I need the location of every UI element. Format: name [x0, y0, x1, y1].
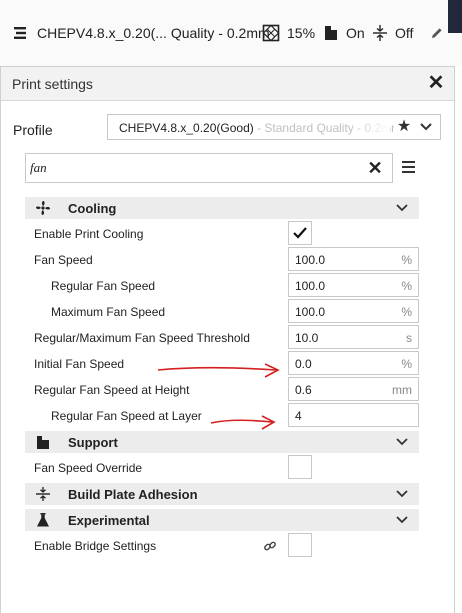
category-support-label: Support — [68, 435, 118, 450]
chevron-down-icon[interactable] — [416, 117, 436, 137]
chevron-down-icon — [396, 204, 408, 212]
category-cooling[interactable]: Cooling — [25, 197, 419, 219]
initial-fan-speed-value: 0.0 — [295, 357, 312, 371]
infill-icon — [262, 24, 280, 42]
chevron-down-icon — [396, 490, 408, 498]
fan-speed-height-unit: mm — [392, 383, 412, 397]
fan-speed-threshold-label: Regular/Maximum Fan Speed Threshold — [34, 331, 250, 345]
enable-cooling-label: Enable Print Cooling — [34, 227, 144, 241]
chevron-down-icon — [396, 438, 408, 446]
clear-search-icon[interactable]: ✕ — [366, 159, 384, 177]
category-experimental-label: Experimental — [68, 513, 150, 528]
panel-header: Print settings ✕ — [1, 67, 454, 101]
max-fan-speed-value: 100.0 — [295, 305, 326, 319]
print-settings-panel: Print settings ✕ Profile CHEPV4.8.x_0.20… — [0, 66, 455, 613]
profile-fade — [350, 115, 390, 139]
support-icon — [325, 26, 337, 40]
enable-cooling-checkbox[interactable] — [288, 221, 312, 245]
fan-speed-threshold-unit: s — [406, 331, 412, 345]
category-cooling-label: Cooling — [68, 201, 117, 216]
profile-select[interactable]: CHEPV4.8.x_0.20(Good) - Standard Quality… — [107, 114, 441, 140]
support-icon — [37, 436, 49, 449]
link-icon[interactable] — [263, 539, 277, 553]
adhesion-indicator[interactable]: Off — [372, 18, 413, 48]
support-value: On — [346, 25, 365, 41]
max-fan-speed-field[interactable]: 100.0 % — [288, 299, 419, 323]
initial-fan-speed-field[interactable]: 0.0 % — [288, 351, 419, 375]
chevron-down-icon — [396, 516, 408, 524]
regular-fan-speed-field[interactable]: 100.0 % — [288, 273, 419, 297]
fan-speed-layer-field[interactable]: 4 — [288, 403, 419, 427]
fan-speed-override-label: Fan Speed Override — [34, 461, 143, 475]
checkmark-icon — [293, 227, 307, 239]
initial-fan-speed-label: Initial Fan Speed — [34, 357, 125, 371]
fan-speed-threshold-field[interactable]: 10.0 s — [288, 325, 419, 349]
adhesion-value: Off — [395, 25, 414, 41]
profile-label: Profile — [13, 122, 53, 138]
settings-search[interactable]: ✕ — [25, 153, 393, 183]
flask-icon — [37, 513, 49, 527]
search-input[interactable] — [30, 158, 350, 178]
fan-speed-layer-label: Regular Fan Speed at Layer — [51, 409, 202, 423]
profile-summary-text: CHEPV4.8.x_0.20(... Quality - 0.2mm — [37, 25, 270, 41]
settings-menu-icon[interactable] — [401, 159, 417, 175]
category-experimental[interactable]: Experimental — [25, 509, 419, 531]
profile-summary-button[interactable]: CHEPV4.8.x_0.20(... Quality - 0.2mm — [12, 18, 270, 48]
fan-speed-override-checkbox[interactable] — [288, 455, 312, 479]
fan-speed-field[interactable]: 100.0 % — [288, 247, 419, 271]
regular-fan-speed-unit: % — [401, 279, 412, 293]
fan-speed-value: 100.0 — [295, 253, 326, 267]
fan-speed-threshold-value: 10.0 — [295, 331, 319, 345]
max-fan-speed-label: Maximum Fan Speed — [51, 305, 166, 319]
adhesion-icon — [36, 487, 50, 501]
category-adhesion[interactable]: Build Plate Adhesion — [25, 483, 419, 505]
fan-speed-height-label: Regular Fan Speed at Height — [34, 383, 190, 397]
category-support[interactable]: Support — [25, 431, 419, 453]
category-adhesion-label: Build Plate Adhesion — [68, 487, 198, 502]
fan-speed-label: Fan Speed — [34, 253, 93, 267]
infill-indicator[interactable]: 15% — [262, 18, 315, 48]
fan-icon — [36, 201, 50, 215]
regular-fan-speed-label: Regular Fan Speed — [51, 279, 156, 293]
edit-button[interactable] — [430, 18, 444, 48]
print-setup-bar: CHEPV4.8.x_0.20(... Quality - 0.2mm 15% … — [0, 0, 462, 66]
panel-title: Print settings — [12, 76, 93, 92]
fan-speed-layer-value: 4 — [295, 409, 302, 423]
close-button[interactable]: ✕ — [426, 73, 446, 93]
fan-speed-height-value: 0.6 — [295, 383, 312, 397]
max-fan-speed-unit: % — [401, 305, 412, 319]
layers-icon — [14, 27, 26, 39]
profile-name: CHEPV4.8.x_0.20(Good) — [119, 121, 254, 135]
favorite-star-icon[interactable]: ★ — [394, 117, 414, 137]
adhesion-icon — [373, 25, 387, 41]
fan-speed-height-field[interactable]: 0.6 mm — [288, 377, 419, 401]
support-indicator[interactable]: On — [323, 18, 365, 48]
infill-value: 15% — [287, 25, 316, 41]
initial-fan-speed-unit: % — [401, 357, 412, 371]
enable-bridge-label: Enable Bridge Settings — [34, 539, 157, 553]
enable-bridge-checkbox[interactable] — [288, 533, 312, 557]
pencil-icon — [432, 28, 442, 38]
fan-speed-unit: % — [401, 253, 412, 267]
regular-fan-speed-value: 100.0 — [295, 279, 326, 293]
